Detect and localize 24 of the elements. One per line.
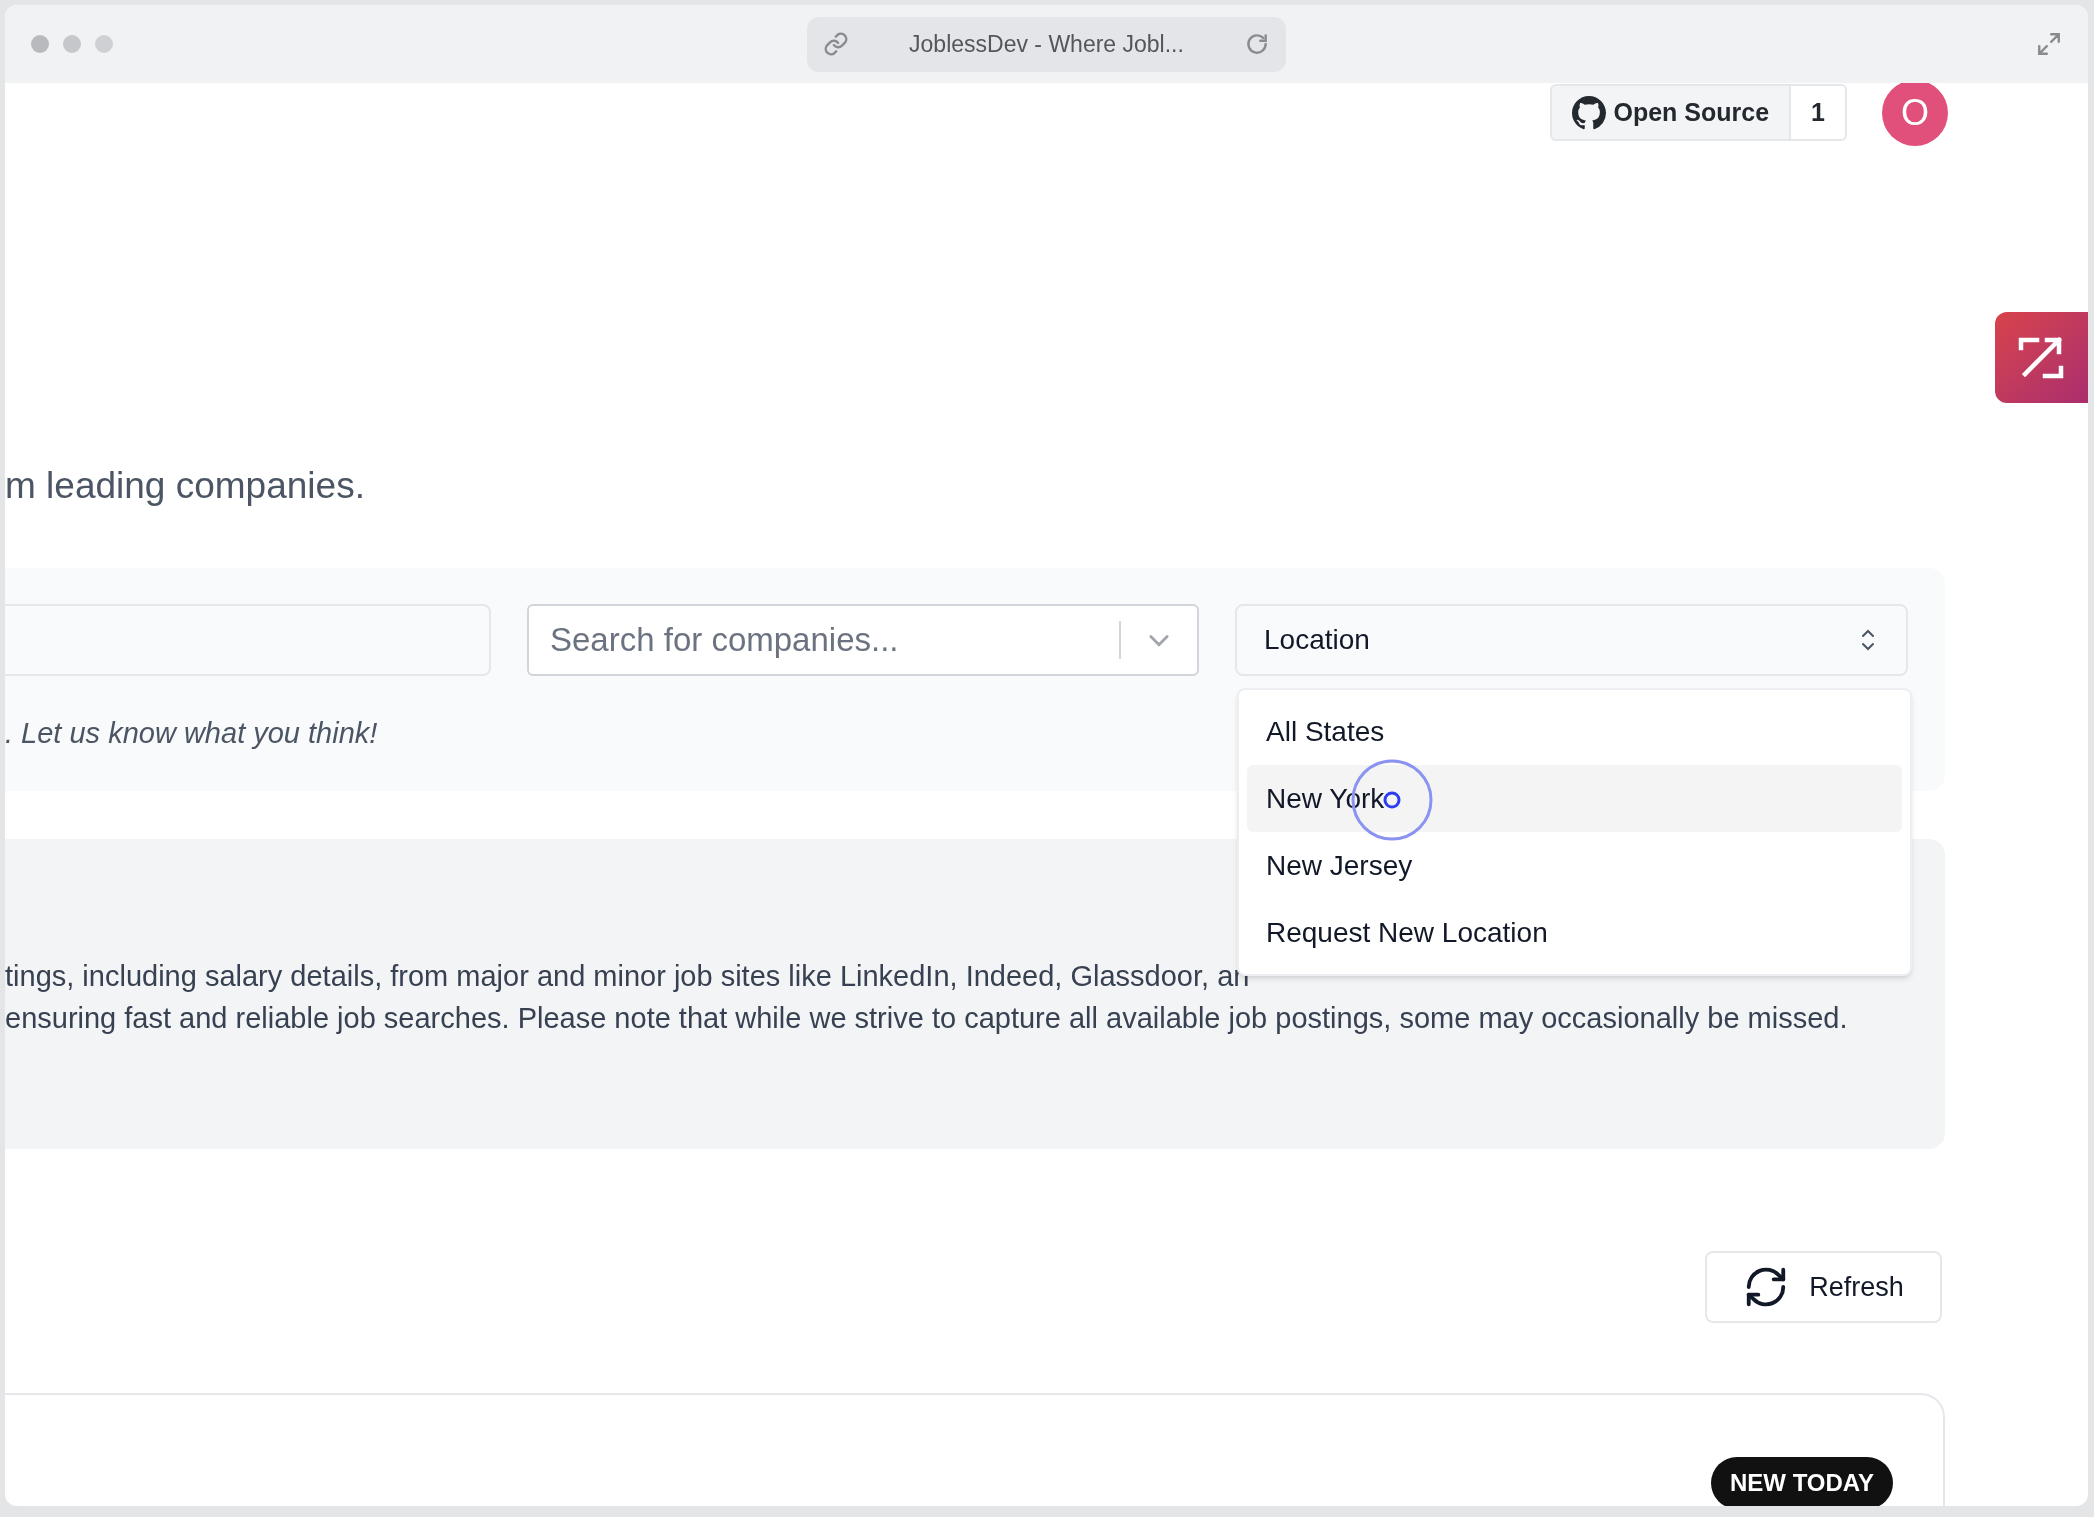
location-option[interactable]: New Jersey	[1247, 832, 1902, 899]
location-select[interactable]: Location	[1235, 604, 1908, 676]
location-option[interactable]: Request New Location	[1247, 899, 1902, 966]
expand-icon[interactable]	[2036, 31, 2062, 57]
link-icon	[823, 31, 849, 57]
side-widget-tab[interactable]	[1995, 312, 2088, 403]
user-avatar[interactable]: O	[1882, 83, 1948, 146]
window-close-icon[interactable]	[31, 35, 49, 53]
window-minimize-icon[interactable]	[63, 35, 81, 53]
reload-icon[interactable]	[1244, 31, 1270, 57]
company-search-input[interactable]: Search for companies...	[529, 606, 1119, 674]
open-source-button[interactable]: Open Source	[1549, 84, 1792, 141]
page-title: JoblessDev - Where Jobl...	[908, 29, 1185, 59]
github-icon	[1571, 95, 1606, 130]
info-text-line: ensuring fast and reliable job searches. Please note that while we strive to capture all available job postings, some may occasionally be missed.	[5, 1001, 1848, 1036]
address-bar[interactable]: JoblessDev - Where Jobl...	[807, 16, 1286, 72]
feedback-note: . Let us know what you think!	[5, 717, 378, 749]
new-today-badge: NEW TODAY	[1710, 1457, 1893, 1506]
refresh-button[interactable]: Refresh	[1705, 1251, 1942, 1323]
location-option[interactable]: All States	[1247, 698, 1902, 765]
star-count: 1	[1791, 84, 1847, 141]
company-search-field[interactable]: Search for companies...	[527, 604, 1199, 676]
window-zoom-icon[interactable]	[95, 35, 113, 53]
hero-subtitle: m leading companies.	[5, 464, 365, 508]
